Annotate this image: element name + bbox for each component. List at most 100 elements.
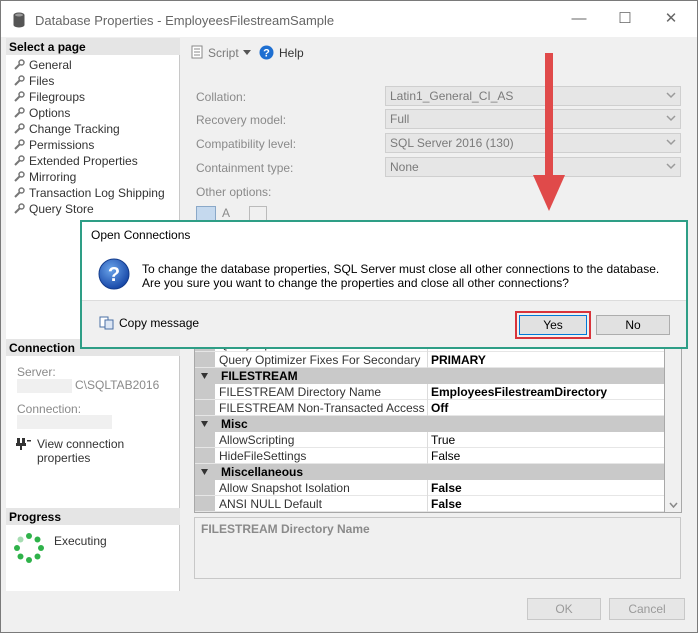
server-redacted — [17, 379, 72, 393]
sidebar-item-label: Extended Properties — [29, 154, 138, 168]
property-value[interactable]: True — [431, 433, 455, 447]
property-value[interactable]: False — [431, 481, 462, 495]
collapse-icon[interactable] — [201, 469, 208, 476]
svg-text:?: ? — [108, 264, 120, 286]
cancel-button[interactable]: Cancel — [609, 598, 685, 620]
close-button[interactable]: ✕ — [659, 9, 683, 29]
ok-button[interactable]: OK — [527, 598, 601, 620]
scroll-down-icon[interactable] — [669, 502, 678, 508]
question-icon: ? — [98, 258, 130, 290]
sidebar-item-label: Filegroups — [29, 90, 86, 104]
grid-scrollbar[interactable] — [665, 341, 682, 513]
collapse-icon[interactable] — [201, 421, 208, 428]
sidebar-item-general[interactable]: General — [13, 57, 72, 73]
wrench-icon — [14, 139, 25, 150]
connection-redacted — [17, 415, 112, 429]
property-value[interactable]: EmployeesFilestreamDirectory — [431, 385, 607, 399]
property-value[interactable]: PRIMARY — [431, 353, 486, 367]
maximize-button[interactable]: ☐ — [613, 9, 637, 29]
property-name: FILESTREAM Directory Name — [219, 385, 382, 399]
column-divider — [427, 496, 428, 512]
chevron-down-icon — [666, 92, 676, 99]
wrench-icon — [14, 123, 25, 134]
window-title: Database Properties - EmployeesFilestrea… — [35, 13, 335, 28]
sidebar-item-filegroups[interactable]: Filegroups — [13, 89, 85, 105]
grid-category-label: Misc — [221, 417, 248, 431]
sidebar-item-permissions[interactable]: Permissions — [13, 137, 94, 153]
open-connections-dialog: Open Connections ? To change the databas… — [80, 220, 688, 349]
table-row[interactable]: FILESTREAM Non-Transacted Access Off — [195, 400, 664, 416]
dialog-body: ? To change the database properties, SQL… — [82, 248, 686, 300]
table-row[interactable]: AllowScripting True — [195, 432, 664, 448]
collation-value: Latin1_General_CI_AS — [390, 89, 514, 103]
svg-text:?: ? — [263, 48, 270, 60]
collation-label: Collation: — [196, 90, 247, 104]
sidebar-item-label: Permissions — [29, 138, 95, 152]
property-name: ANSI NULL Default — [219, 497, 322, 511]
table-row[interactable]: HideFileSettings False — [195, 448, 664, 464]
table-row[interactable]: Allow Snapshot Isolation False — [195, 480, 664, 496]
recovery-model-value: Full — [390, 112, 410, 126]
property-value[interactable]: False — [431, 449, 460, 463]
grid-category[interactable]: Miscellaneous — [195, 464, 664, 480]
compatibility-level-value: SQL Server 2016 (130) — [390, 136, 514, 150]
alphabetical-sort-button[interactable]: A — [222, 206, 230, 220]
sidebar-item-label: Query Store — [29, 202, 94, 216]
sidebar-item-query-store[interactable]: Query Store — [13, 201, 94, 217]
table-row[interactable]: FILESTREAM Directory Name EmployeesFilest… — [195, 384, 664, 400]
categorized-view-icon[interactable] — [196, 206, 216, 221]
sidebar-item-options[interactable]: Options — [13, 105, 70, 121]
sidebar-item-label: Change Tracking — [29, 122, 120, 136]
collapse-icon[interactable] — [201, 373, 208, 380]
property-grid: Query Optimizer FixesOffQuery Optimizer … — [194, 341, 665, 513]
property-name: Allow Snapshot Isolation — [219, 481, 350, 495]
wrench-icon — [14, 91, 25, 102]
help-icon: ? — [259, 45, 274, 60]
sidebar-item-transaction-log-shipping[interactable]: Transaction Log Shipping — [13, 185, 165, 201]
sidebar-item-label: Files — [29, 74, 55, 88]
wrench-icon — [14, 107, 25, 118]
property-description-title: FILESTREAM Directory Name — [201, 522, 370, 536]
wrench-icon — [14, 75, 25, 86]
containment-type-value: None — [390, 160, 419, 174]
copy-icon — [99, 316, 114, 330]
property-value[interactable]: Off — [431, 401, 448, 415]
sidebar-item-label: Transaction Log Shipping — [29, 186, 165, 200]
minimize-button[interactable]: — — [567, 9, 591, 29]
dialog-message: To change the database properties, SQL S… — [142, 262, 660, 290]
no-button[interactable]: No — [596, 315, 670, 335]
select-page-header: Select a page — [6, 38, 180, 55]
yes-button[interactable]: Yes — [519, 315, 587, 335]
property-value[interactable]: False — [431, 497, 462, 511]
wrench-icon — [14, 59, 25, 70]
copy-message-link[interactable]: Copy message — [119, 316, 199, 330]
wrench-icon — [14, 171, 25, 182]
grid-category-label: Miscellaneous — [221, 465, 304, 479]
script-icon — [191, 45, 203, 59]
script-dropdown-icon[interactable] — [243, 50, 251, 56]
sidebar-item-files[interactable]: Files — [13, 73, 54, 89]
wrench-icon — [14, 187, 25, 198]
other-options-label: Other options: — [196, 185, 272, 199]
property-name: Query Optimizer Fixes For Secondary — [219, 353, 421, 367]
sidebar-item-label: Options — [29, 106, 71, 120]
dialog-title: Open Connections — [82, 222, 686, 248]
help-button[interactable]: Help — [279, 46, 304, 60]
sidebar-item-mirroring[interactable]: Mirroring — [13, 169, 76, 185]
script-button[interactable]: Script — [208, 46, 239, 60]
progress-spinner-icon — [14, 533, 44, 563]
column-divider — [427, 400, 428, 416]
server-label: Server: — [17, 365, 56, 379]
column-divider — [427, 432, 428, 448]
property-pages-icon[interactable] — [249, 206, 267, 221]
table-row[interactable]: Query Optimizer Fixes For Secondary PRIMA… — [195, 352, 664, 368]
grid-category[interactable]: Misc — [195, 416, 664, 432]
view-connection-properties-link[interactable]: View connection properties — [37, 437, 179, 465]
sidebar-item-extended-properties[interactable]: Extended Properties — [13, 153, 138, 169]
table-row[interactable]: ANSI NULL Default False — [195, 496, 664, 512]
progress-header: Progress — [6, 508, 180, 525]
sidebar-item-change-tracking[interactable]: Change Tracking — [13, 121, 120, 137]
dialog-separator — [82, 300, 686, 301]
column-divider — [427, 448, 428, 464]
grid-category[interactable]: FILESTREAM — [195, 368, 664, 384]
